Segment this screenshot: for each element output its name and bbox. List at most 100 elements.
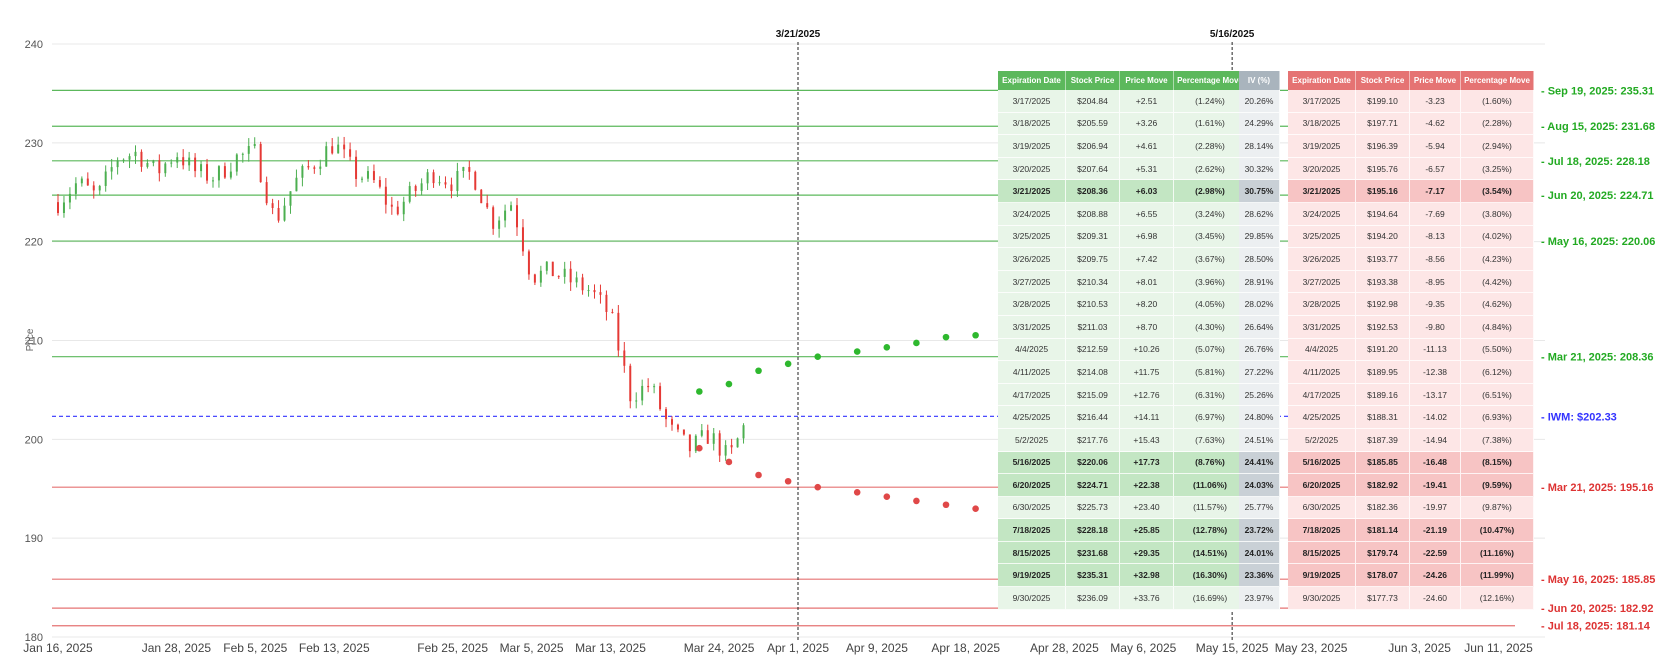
level-label: - Jul 18, 2025: 228.18 <box>1541 156 1650 168</box>
candle-body <box>271 203 274 209</box>
candle-body <box>361 178 364 180</box>
table-row: 30.32% <box>1239 157 1280 181</box>
iv-cell: 27.22% <box>1239 361 1280 384</box>
table-cell: (2.62%) <box>1174 157 1247 181</box>
table-cell: -24.60 <box>1410 587 1461 610</box>
candle-body <box>510 205 513 211</box>
candle-body <box>235 154 238 172</box>
y-tick-label: 220 <box>25 237 43 249</box>
table-cell: $193.38 <box>1356 270 1410 294</box>
candle-body <box>468 167 471 172</box>
table-cell: 3/24/2025 <box>1288 202 1356 226</box>
table-cell: 3/31/2025 <box>998 315 1066 339</box>
table-cell: (4.30%) <box>1174 315 1247 339</box>
lower-projection-dot <box>883 493 891 500</box>
table-cell: $191.20 <box>1356 338 1410 362</box>
table-cell: (5.81%) <box>1174 361 1247 384</box>
candle-body <box>68 193 71 203</box>
table-cell: (4.62%) <box>1461 293 1534 316</box>
table-cell: 4/4/2025 <box>998 338 1066 362</box>
candle-body <box>474 171 477 190</box>
candle-body <box>146 163 149 167</box>
table-cell: $209.75 <box>1066 248 1120 271</box>
table-row: 24.51% <box>1239 428 1280 452</box>
table-cell: $220.06 <box>1066 451 1120 475</box>
table-cell: (7.63%) <box>1174 428 1247 452</box>
candle-body <box>527 251 530 275</box>
table-cell: $197.71 <box>1356 112 1410 136</box>
table-cell: $217.76 <box>1066 428 1120 452</box>
table-row: 23.36% <box>1239 564 1280 588</box>
candle-body <box>647 385 650 388</box>
candle-body <box>355 156 358 179</box>
candle-body <box>325 146 328 167</box>
table-cell: 3/27/2025 <box>998 270 1066 294</box>
candle-body <box>253 144 256 147</box>
candle-body <box>516 205 519 228</box>
table-cell: 3/24/2025 <box>998 202 1066 226</box>
table-row: 3/27/2025 $210.34 +8.01 (3.96%) <box>998 270 1247 294</box>
table-cell: (4.84%) <box>1461 315 1534 339</box>
upper-projection-dot <box>725 380 733 388</box>
iv-cell: 28.62% <box>1239 202 1280 226</box>
table-cell: (12.16%) <box>1461 587 1534 610</box>
table-cell: (7.38%) <box>1461 428 1534 452</box>
candle-body <box>74 183 77 194</box>
table-cell: -19.41 <box>1410 474 1461 497</box>
table-row: 25.77% <box>1239 496 1280 520</box>
candle-body <box>706 430 709 444</box>
table-cell: (2.98%) <box>1174 180 1247 203</box>
table-cell: (3.24%) <box>1174 202 1247 226</box>
table-cell: $210.53 <box>1066 293 1120 316</box>
level-label: - Mar 21, 2025: 208.36 <box>1541 352 1654 364</box>
table-cell: (6.12%) <box>1461 361 1534 384</box>
table-cell: $189.16 <box>1356 383 1410 407</box>
table-cell: -24.26 <box>1410 564 1461 588</box>
table-cell: 3/18/2025 <box>998 112 1066 136</box>
upside-move-table: Expiration Date Stock Price Price Move Perc… <box>998 71 1247 610</box>
table-cell: (11.06%) <box>1174 474 1247 497</box>
table-cell: $182.92 <box>1356 474 1410 497</box>
table-row: 3/31/2025 $192.53 -9.80 (4.84%) <box>1288 315 1534 339</box>
table-cell: 6/30/2025 <box>1288 496 1356 520</box>
candle-body <box>229 171 232 178</box>
table-cell: $207.64 <box>1066 157 1120 181</box>
table-cell: +6.98 <box>1120 225 1174 249</box>
x-tick-label: Jun 11, 2025 <box>1464 641 1533 655</box>
x-tick-label: Apr 18, 2025 <box>931 641 1000 655</box>
table-row: 3/31/2025 $211.03 +8.70 (4.30%) <box>998 315 1247 339</box>
table-cell: $178.07 <box>1356 564 1410 588</box>
table-cell: -8.56 <box>1410 248 1461 271</box>
table-cell: +4.61 <box>1120 135 1174 158</box>
table-cell: -22.59 <box>1410 541 1461 565</box>
level-label: - Sep 19, 2025: 235.31 <box>1541 85 1654 97</box>
table-row: 27.22% <box>1239 361 1280 384</box>
table-cell: $208.88 <box>1066 202 1120 226</box>
table-cell: +7.42 <box>1120 248 1174 271</box>
table-row: 5/16/2025 $185.85 -16.48 (8.15%) <box>1288 451 1534 475</box>
table-cell: -13.17 <box>1410 383 1461 407</box>
table-cell: 3/20/2025 <box>998 157 1066 181</box>
x-tick-label: Feb 5, 2025 <box>223 641 287 655</box>
table-cell: 3/21/2025 <box>1288 180 1356 203</box>
candle-body <box>283 205 286 221</box>
table-cell: +29.35 <box>1120 541 1174 565</box>
level-label: - May 16, 2025: 185.85 <box>1541 574 1655 586</box>
candle-body <box>450 184 453 191</box>
table-cell: $195.76 <box>1356 157 1410 181</box>
x-axis: Jan 16, 2025 Jan 28, 2025 Feb 5, 2025 Feb 1… <box>23 641 1533 655</box>
table-cell: (11.57%) <box>1174 496 1247 520</box>
table-cell: $216.44 <box>1066 406 1120 429</box>
upper-projection-dot <box>913 339 920 347</box>
candle-body <box>164 163 167 174</box>
upper-projection-dot <box>853 348 861 355</box>
candle-body <box>587 290 590 292</box>
candle-body <box>611 311 614 313</box>
table-cell: (8.15%) <box>1461 451 1534 475</box>
candle-body <box>480 189 483 204</box>
table-row: 9/19/2025 $178.07 -24.26 (11.99%) <box>1288 564 1534 588</box>
table-cell: -14.02 <box>1410 406 1461 429</box>
table-cell: (10.47%) <box>1461 519 1534 542</box>
table-row: 6/20/2025 $224.71 +22.38 (11.06%) <box>998 474 1247 497</box>
candle-body <box>641 385 644 401</box>
